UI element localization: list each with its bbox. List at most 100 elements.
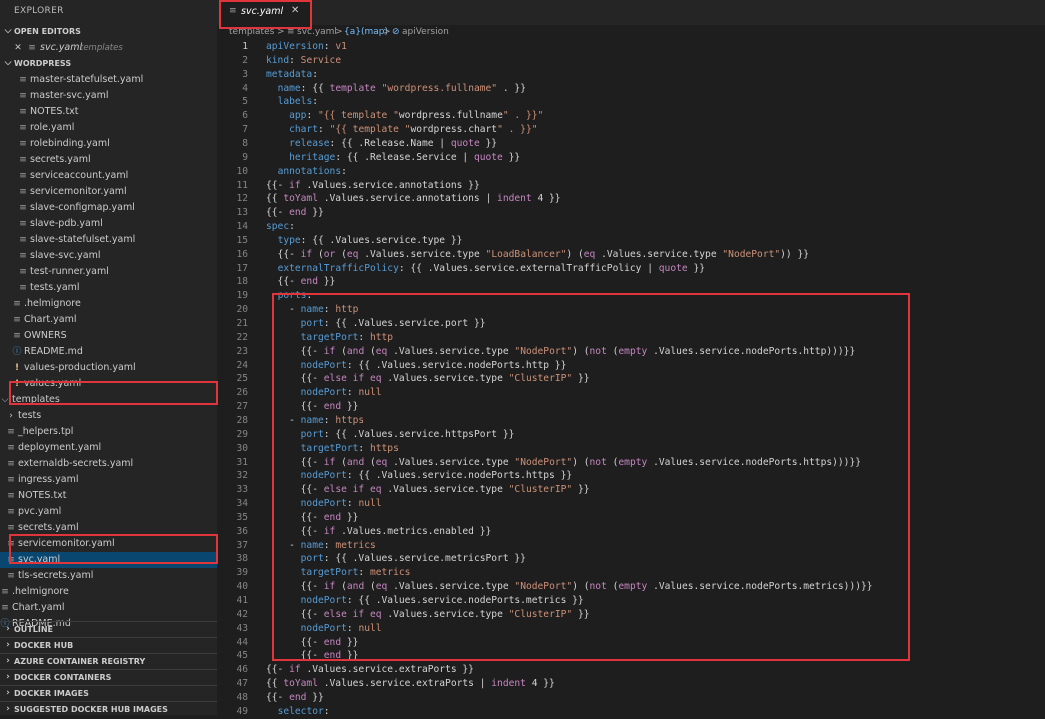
- docker-containers-section[interactable]: › DOCKER CONTAINERS: [0, 669, 217, 685]
- tree-item[interactable]: ≡ _helpers.tpl: [0, 424, 217, 440]
- tree-item[interactable]: ≡ .helmignore: [0, 296, 217, 312]
- tree-item[interactable]: ≡ svc.yaml: [0, 552, 217, 568]
- wordpress-section[interactable]: ⌵ WORDPRESS: [0, 56, 217, 71]
- code-line[interactable]: 4 name: {{ template "wordpress.fullname"…: [217, 82, 1045, 96]
- code-line[interactable]: 48 {{- end }}: [217, 691, 1045, 705]
- code-line[interactable]: 26 nodePort: null: [217, 386, 1045, 400]
- code-line[interactable]: 37 - name: metrics: [217, 539, 1045, 553]
- code-line[interactable]: 32 nodePort: {{ .Values.service.nodePort…: [217, 469, 1045, 483]
- code-line[interactable]: 3 metadata:: [217, 68, 1045, 82]
- code-editor[interactable]: 1 apiVersion: v1 2 kind: Service 3 metadata: 4…: [217, 40, 1045, 717]
- code-line[interactable]: 11 {{- if .Values.service.annotations }}: [217, 179, 1045, 193]
- code-line[interactable]: 1 apiVersion: v1: [217, 40, 1045, 54]
- tree-item[interactable]: ≡ Chart.yaml: [0, 600, 217, 616]
- close-icon[interactable]: ✕: [13, 40, 23, 56]
- code-line[interactable]: 16 {{- if (or (eq .Values.service.type "…: [217, 248, 1045, 262]
- tree-item[interactable]: ≡ slave-svc.yaml: [0, 248, 217, 264]
- tree-item[interactable]: ⓘ README.md: [0, 344, 217, 360]
- code-line[interactable]: 22 targetPort: http: [217, 331, 1045, 345]
- code-line[interactable]: 42 {{- else if eq .Values.service.type "…: [217, 608, 1045, 622]
- code-line[interactable]: 2 kind: Service: [217, 54, 1045, 68]
- code-line[interactable]: 12 {{ toYaml .Values.service.annotations …: [217, 192, 1045, 206]
- code-line[interactable]: 38 port: {{ .Values.service.metricsPort …: [217, 552, 1045, 566]
- code-line[interactable]: 49 selector:: [217, 705, 1045, 719]
- code-line[interactable]: 35 {{- end }}: [217, 511, 1045, 525]
- tree-item[interactable]: ≡ NOTES.txt: [0, 104, 217, 120]
- code-line[interactable]: 45 {{- end }}: [217, 649, 1045, 663]
- suggested-images-section[interactable]: › SUGGESTED DOCKER HUB IMAGES: [0, 701, 217, 715]
- code-line[interactable]: 46 {{- if .Values.service.extraPorts }}: [217, 663, 1045, 677]
- code-line[interactable]: 7 chart: "{{ template "wordpress.chart" …: [217, 123, 1045, 137]
- code-line[interactable]: 9 heritage: {{ .Release.Service | quote …: [217, 151, 1045, 165]
- tree-item[interactable]: ≡ test-runner.yaml: [0, 264, 217, 280]
- tree-item[interactable]: ≡ NOTES.txt: [0, 488, 217, 504]
- code-line[interactable]: 18 {{- end }}: [217, 275, 1045, 289]
- tree-item[interactable]: ≡ tls-secrets.yaml: [0, 568, 217, 584]
- folder-templates[interactable]: ⌵ templates: [0, 392, 217, 408]
- breadcrumb-templates[interactable]: templates: [229, 25, 274, 39]
- code-line[interactable]: 14 spec:: [217, 220, 1045, 234]
- tree-item[interactable]: ! values-production.yaml: [0, 360, 217, 376]
- open-editor-item[interactable]: ✕ ≡ svc.yaml templates: [0, 40, 217, 56]
- close-icon[interactable]: ✕: [291, 5, 299, 16]
- tree-item[interactable]: ≡ slave-statefulset.yaml: [0, 232, 217, 248]
- code-line[interactable]: 41 nodePort: {{ .Values.service.nodePort…: [217, 594, 1045, 608]
- code-line[interactable]: 28 - name: https: [217, 414, 1045, 428]
- tree-item[interactable]: ≡ role.yaml: [0, 120, 217, 136]
- code-line[interactable]: 39 targetPort: metrics: [217, 566, 1045, 580]
- tree-item[interactable]: ≡ secrets.yaml: [0, 152, 217, 168]
- code-line[interactable]: 24 nodePort: {{ .Values.service.nodePort…: [217, 359, 1045, 373]
- open-editors-section[interactable]: ⌵ OPEN EDITORS: [0, 24, 217, 39]
- tree-item[interactable]: ≡ pvc.yaml: [0, 504, 217, 520]
- code-line[interactable]: 27 {{- end }}: [217, 400, 1045, 414]
- breadcrumb-map[interactable]: {a}(map): [344, 25, 388, 39]
- tree-item[interactable]: ≡ master-svc.yaml: [0, 88, 217, 104]
- docker-hub-section[interactable]: › DOCKER HUB: [0, 637, 217, 653]
- outline-section[interactable]: › OUTLINE: [0, 621, 217, 637]
- code-line[interactable]: 33 {{- else if eq .Values.service.type "…: [217, 483, 1045, 497]
- azure-registry-section[interactable]: › AZURE CONTAINER REGISTRY: [0, 653, 217, 669]
- tree-item[interactable]: ≡ slave-configmap.yaml: [0, 200, 217, 216]
- code-line[interactable]: 23 {{- if (and (eq .Values.service.type …: [217, 345, 1045, 359]
- breadcrumb-apiversion[interactable]: apiVersion: [402, 25, 449, 39]
- code-line[interactable]: 31 {{- if (and (eq .Values.service.type …: [217, 456, 1045, 470]
- tree-item[interactable]: ≡ tests.yaml: [0, 280, 217, 296]
- code-line[interactable]: 21 port: {{ .Values.service.port }}: [217, 317, 1045, 331]
- code-line[interactable]: 19 ports:: [217, 289, 1045, 303]
- tree-item[interactable]: ≡ ingress.yaml: [0, 472, 217, 488]
- code-line[interactable]: 36 {{- if .Values.metrics.enabled }}: [217, 525, 1045, 539]
- code-line[interactable]: 15 type: {{ .Values.service.type }}: [217, 234, 1045, 248]
- docker-images-section[interactable]: › DOCKER IMAGES: [0, 685, 217, 701]
- tree-item[interactable]: ≡ deployment.yaml: [0, 440, 217, 456]
- code-line[interactable]: 29 port: {{ .Values.service.httpsPort }}: [217, 428, 1045, 442]
- tree-item[interactable]: ≡ servicemonitor.yaml: [0, 184, 217, 200]
- tree-item[interactable]: ≡ rolebinding.yaml: [0, 136, 217, 152]
- code-line[interactable]: 43 nodePort: null: [217, 622, 1045, 636]
- tree-item[interactable]: ≡ master-statefulset.yaml: [0, 72, 217, 88]
- code-line[interactable]: 34 nodePort: null: [217, 497, 1045, 511]
- code-line[interactable]: 17 externalTrafficPolicy: {{ .Values.ser…: [217, 262, 1045, 276]
- code-line[interactable]: 13 {{- end }}: [217, 206, 1045, 220]
- code-line[interactable]: 20 - name: http: [217, 303, 1045, 317]
- tree-item[interactable]: ≡ secrets.yaml: [0, 520, 217, 536]
- tree-item[interactable]: ! values.yaml: [0, 376, 217, 392]
- folder-tests[interactable]: › tests: [0, 408, 217, 424]
- tree-item[interactable]: ≡ serviceaccount.yaml: [0, 168, 217, 184]
- code-line[interactable]: 44 {{- end }}: [217, 636, 1045, 650]
- tree-item[interactable]: ≡ slave-pdb.yaml: [0, 216, 217, 232]
- code-line[interactable]: 40 {{- if (and (eq .Values.service.type …: [217, 580, 1045, 594]
- tree-item[interactable]: ≡ OWNERS: [0, 328, 217, 344]
- tree-item[interactable]: ≡ servicemonitor.yaml: [0, 536, 217, 552]
- tree-item[interactable]: ≡ Chart.yaml: [0, 312, 217, 328]
- breadcrumb-file[interactable]: svc.yaml: [297, 25, 337, 39]
- code-line[interactable]: 6 app: "{{ template "wordpress.fullname"…: [217, 109, 1045, 123]
- code-line[interactable]: 25 {{- else if eq .Values.service.type "…: [217, 372, 1045, 386]
- code-line[interactable]: 10 annotations:: [217, 165, 1045, 179]
- tree-item[interactable]: ≡ externaldb-secrets.yaml: [0, 456, 217, 472]
- code-line[interactable]: 5 labels:: [217, 95, 1045, 109]
- tab-svc-yaml[interactable]: ≡ svc.yaml ✕: [219, 0, 312, 25]
- code-line[interactable]: 30 targetPort: https: [217, 442, 1045, 456]
- tree-item[interactable]: ≡ .helmignore: [0, 584, 217, 600]
- code-line[interactable]: 8 release: {{ .Release.Name | quote }}: [217, 137, 1045, 151]
- code-line[interactable]: 47 {{ toYaml .Values.service.extraPorts |…: [217, 677, 1045, 691]
